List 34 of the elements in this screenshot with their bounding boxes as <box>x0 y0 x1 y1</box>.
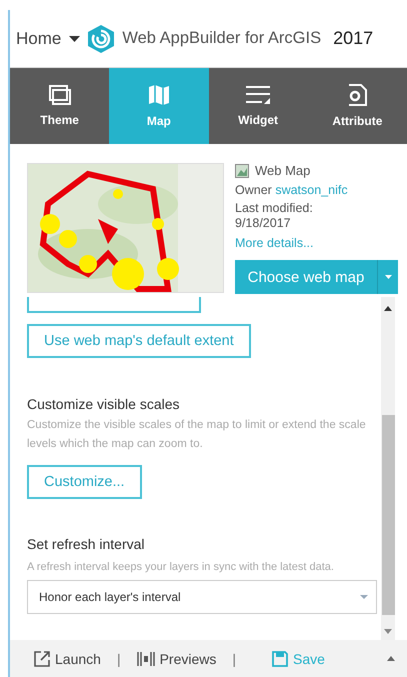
item-type: Web Map <box>255 163 310 178</box>
save-icon <box>272 650 288 666</box>
dropdown-button[interactable] <box>378 260 398 294</box>
owner-label: Owner <box>235 183 272 197</box>
scroll-down-icon[interactable] <box>384 629 392 634</box>
modified-date: 9/18/2017 <box>235 216 292 231</box>
logo-icon <box>88 24 114 52</box>
caret-icon <box>384 275 392 279</box>
previews-button[interactable]: Previews <box>136 650 216 666</box>
list-icon <box>245 85 272 105</box>
window-icon <box>48 85 71 105</box>
scroll-up-icon[interactable] <box>384 306 392 311</box>
section-description: A refresh interval keeps your layers in sync with the latest data. <box>27 560 334 575</box>
preview-icon <box>136 650 155 666</box>
caret-icon <box>360 595 368 599</box>
app-title: Web AppBuilder for ArcGIS <box>122 29 322 48</box>
modified-label: Last modified: <box>235 201 314 216</box>
gear-document-icon <box>346 84 368 106</box>
home-menu[interactable]: Home <box>16 28 80 48</box>
map-icon <box>148 84 170 106</box>
interval-select[interactable]: Honor each layer's interval <box>27 580 377 614</box>
section-heading: Customize visible scales <box>27 396 180 412</box>
scrollbar[interactable] <box>381 297 395 640</box>
map-thumbnail-icon <box>235 164 249 178</box>
separator: | <box>116 650 121 666</box>
caret-up-icon[interactable] <box>387 656 395 661</box>
version-year: 2017 <box>333 28 374 49</box>
section-description: Customize the visible scales of the map to limit or extend the scale levels which the map can zoom to. <box>27 418 367 452</box>
external-link-icon <box>34 650 50 666</box>
separator: | <box>232 650 236 666</box>
button[interactable] <box>27 297 201 313</box>
section-heading: Set refresh interval <box>27 536 144 552</box>
launch-button[interactable]: Launch <box>34 650 101 666</box>
caret-icon <box>69 36 80 42</box>
